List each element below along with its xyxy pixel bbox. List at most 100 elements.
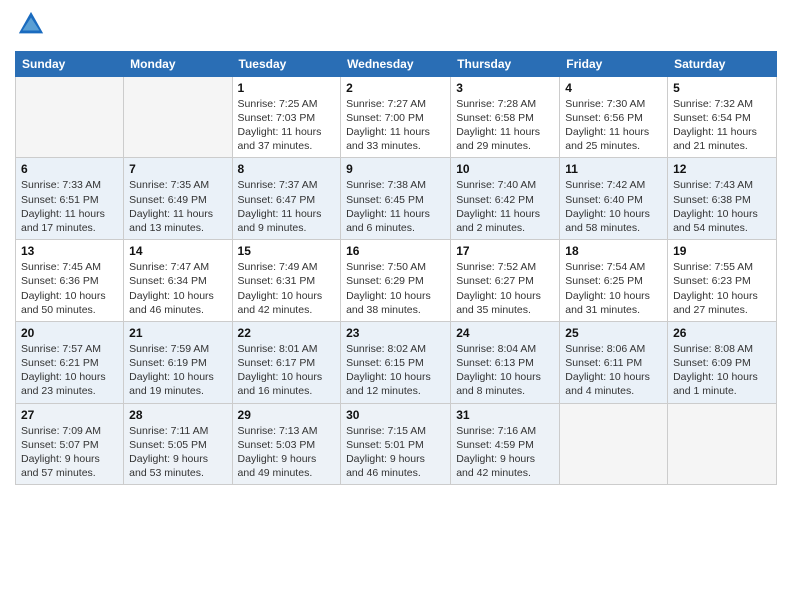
calendar-cell <box>124 76 232 158</box>
calendar-cell: 25Sunrise: 8:06 AM Sunset: 6:11 PM Dayli… <box>560 321 668 403</box>
day-number: 1 <box>238 81 336 95</box>
day-info: Sunrise: 8:08 AM Sunset: 6:09 PM Dayligh… <box>673 342 771 399</box>
calendar-cell: 11 Sunrise: 7:42 AM Sunset: 6:40 PM Dayli… <box>560 158 668 240</box>
day-number: 27 <box>21 408 118 422</box>
calendar-cell <box>668 403 777 485</box>
day-info: Sunrise: 7:16 AM Sunset: 4:59 PM Dayligh… <box>456 424 554 481</box>
day-info: Sunrise: 7:47 AM Sunset: 6:34 PM Dayligh… <box>129 260 226 317</box>
day-info: Sunrise: 8:01 AM Sunset: 6:17 PM Dayligh… <box>238 342 336 399</box>
day-number: 5 <box>673 81 771 95</box>
weekday-header-sunday: Sunday <box>16 51 124 76</box>
day-number: 3 <box>456 81 554 95</box>
calendar-week-row: 6 Sunrise: 7:33 AM Sunset: 6:51 PM Daylig… <box>16 158 777 240</box>
calendar-cell: 4 Sunrise: 7:30 AM Sunset: 6:56 PM Daylig… <box>560 76 668 158</box>
day-info: Sunrise: 7:11 AM Sunset: 5:05 PM Dayligh… <box>129 424 226 481</box>
day-number: 6 <box>21 162 118 176</box>
day-number: 7 <box>129 162 226 176</box>
weekday-header-monday: Monday <box>124 51 232 76</box>
calendar-cell: 28 Sunrise: 7:11 AM Sunset: 5:05 PM Dayli… <box>124 403 232 485</box>
day-number: 23 <box>346 326 445 340</box>
page: SundayMondayTuesdayWednesdayThursdayFrid… <box>0 0 792 495</box>
calendar-week-row: 27 Sunrise: 7:09 AM Sunset: 5:07 PM Dayli… <box>16 403 777 485</box>
day-number: 25 <box>565 326 662 340</box>
day-number: 26 <box>673 326 771 340</box>
day-number: 10 <box>456 162 554 176</box>
day-info: Sunrise: 7:49 AM Sunset: 6:31 PM Dayligh… <box>238 260 336 317</box>
day-info: Sunrise: 7:54 AM Sunset: 6:25 PM Dayligh… <box>565 260 662 317</box>
day-number: 30 <box>346 408 445 422</box>
calendar-cell: 21 Sunrise: 7:59 AM Sunset: 6:19 PM Dayli… <box>124 321 232 403</box>
day-number: 12 <box>673 162 771 176</box>
day-info: Sunrise: 8:04 AM Sunset: 6:13 PM Dayligh… <box>456 342 554 399</box>
day-number: 28 <box>129 408 226 422</box>
calendar-cell <box>560 403 668 485</box>
day-number: 8 <box>238 162 336 176</box>
day-info: Sunrise: 7:09 AM Sunset: 5:07 PM Dayligh… <box>21 424 118 481</box>
calendar-week-row: 13Sunrise: 7:45 AM Sunset: 6:36 PM Dayli… <box>16 240 777 322</box>
day-info: Sunrise: 7:13 AM Sunset: 5:03 PM Dayligh… <box>238 424 336 481</box>
day-number: 31 <box>456 408 554 422</box>
calendar-cell: 31 Sunrise: 7:16 AM Sunset: 4:59 PM Dayli… <box>451 403 560 485</box>
calendar-cell: 14 Sunrise: 7:47 AM Sunset: 6:34 PM Dayli… <box>124 240 232 322</box>
day-number: 13 <box>21 244 118 258</box>
day-number: 19 <box>673 244 771 258</box>
day-info: Sunrise: 7:40 AM Sunset: 6:42 PM Dayligh… <box>456 178 554 235</box>
day-info: Sunrise: 7:37 AM Sunset: 6:47 PM Dayligh… <box>238 178 336 235</box>
calendar-cell: 18 Sunrise: 7:54 AM Sunset: 6:25 PM Dayli… <box>560 240 668 322</box>
calendar-cell: 27 Sunrise: 7:09 AM Sunset: 5:07 PM Dayli… <box>16 403 124 485</box>
day-number: 20 <box>21 326 118 340</box>
day-info: Sunrise: 7:59 AM Sunset: 6:19 PM Dayligh… <box>129 342 226 399</box>
calendar-cell <box>16 76 124 158</box>
weekday-header-thursday: Thursday <box>451 51 560 76</box>
calendar-cell: 5 Sunrise: 7:32 AM Sunset: 6:54 PM Daylig… <box>668 76 777 158</box>
day-info: Sunrise: 7:42 AM Sunset: 6:40 PM Dayligh… <box>565 178 662 235</box>
day-info: Sunrise: 7:15 AM Sunset: 5:01 PM Dayligh… <box>346 424 445 481</box>
day-info: Sunrise: 7:43 AM Sunset: 6:38 PM Dayligh… <box>673 178 771 235</box>
day-number: 9 <box>346 162 445 176</box>
calendar-cell: 9 Sunrise: 7:38 AM Sunset: 6:45 PM Daylig… <box>341 158 451 240</box>
day-info: Sunrise: 7:52 AM Sunset: 6:27 PM Dayligh… <box>456 260 554 317</box>
weekday-header-tuesday: Tuesday <box>232 51 341 76</box>
calendar-cell: 3 Sunrise: 7:28 AM Sunset: 6:58 PM Daylig… <box>451 76 560 158</box>
day-number: 29 <box>238 408 336 422</box>
day-info: Sunrise: 7:55 AM Sunset: 6:23 PM Dayligh… <box>673 260 771 317</box>
day-number: 4 <box>565 81 662 95</box>
day-number: 14 <box>129 244 226 258</box>
day-info: Sunrise: 7:32 AM Sunset: 6:54 PM Dayligh… <box>673 97 771 154</box>
day-number: 24 <box>456 326 554 340</box>
day-info: Sunrise: 7:27 AM Sunset: 7:00 PM Dayligh… <box>346 97 445 154</box>
day-info: Sunrise: 7:28 AM Sunset: 6:58 PM Dayligh… <box>456 97 554 154</box>
calendar-cell: 23 Sunrise: 8:02 AM Sunset: 6:15 PM Dayli… <box>341 321 451 403</box>
day-number: 17 <box>456 244 554 258</box>
day-info: Sunrise: 7:35 AM Sunset: 6:49 PM Dayligh… <box>129 178 226 235</box>
day-info: Sunrise: 7:50 AM Sunset: 6:29 PM Dayligh… <box>346 260 445 317</box>
logo <box>15 10 45 43</box>
calendar-cell: 6 Sunrise: 7:33 AM Sunset: 6:51 PM Daylig… <box>16 158 124 240</box>
day-number: 21 <box>129 326 226 340</box>
calendar-cell: 29 Sunrise: 7:13 AM Sunset: 5:03 PM Dayli… <box>232 403 341 485</box>
calendar-cell: 22 Sunrise: 8:01 AM Sunset: 6:17 PM Dayli… <box>232 321 341 403</box>
day-number: 22 <box>238 326 336 340</box>
calendar-table: SundayMondayTuesdayWednesdayThursdayFrid… <box>15 51 777 485</box>
weekday-header-friday: Friday <box>560 51 668 76</box>
day-info: Sunrise: 7:33 AM Sunset: 6:51 PM Dayligh… <box>21 178 118 235</box>
day-info: Sunrise: 7:30 AM Sunset: 6:56 PM Dayligh… <box>565 97 662 154</box>
calendar-cell: 2 Sunrise: 7:27 AM Sunset: 7:00 PM Daylig… <box>341 76 451 158</box>
day-number: 11 <box>565 162 662 176</box>
day-info: Sunrise: 7:57 AM Sunset: 6:21 PM Dayligh… <box>21 342 118 399</box>
day-info: Sunrise: 7:38 AM Sunset: 6:45 PM Dayligh… <box>346 178 445 235</box>
calendar-week-row: 20 Sunrise: 7:57 AM Sunset: 6:21 PM Dayli… <box>16 321 777 403</box>
weekday-header-saturday: Saturday <box>668 51 777 76</box>
day-number: 18 <box>565 244 662 258</box>
calendar-cell: 24 Sunrise: 8:04 AM Sunset: 6:13 PM Dayli… <box>451 321 560 403</box>
day-number: 2 <box>346 81 445 95</box>
calendar-cell: 1 Sunrise: 7:25 AM Sunset: 7:03 PM Daylig… <box>232 76 341 158</box>
calendar-cell: 19 Sunrise: 7:55 AM Sunset: 6:23 PM Dayli… <box>668 240 777 322</box>
weekday-header-wednesday: Wednesday <box>341 51 451 76</box>
day-info: Sunrise: 7:25 AM Sunset: 7:03 PM Dayligh… <box>238 97 336 154</box>
calendar-cell: 15 Sunrise: 7:49 AM Sunset: 6:31 PM Dayli… <box>232 240 341 322</box>
weekday-header-row: SundayMondayTuesdayWednesdayThursdayFrid… <box>16 51 777 76</box>
calendar-cell: 16Sunrise: 7:50 AM Sunset: 6:29 PM Dayli… <box>341 240 451 322</box>
day-info: Sunrise: 8:02 AM Sunset: 6:15 PM Dayligh… <box>346 342 445 399</box>
day-number: 15 <box>238 244 336 258</box>
